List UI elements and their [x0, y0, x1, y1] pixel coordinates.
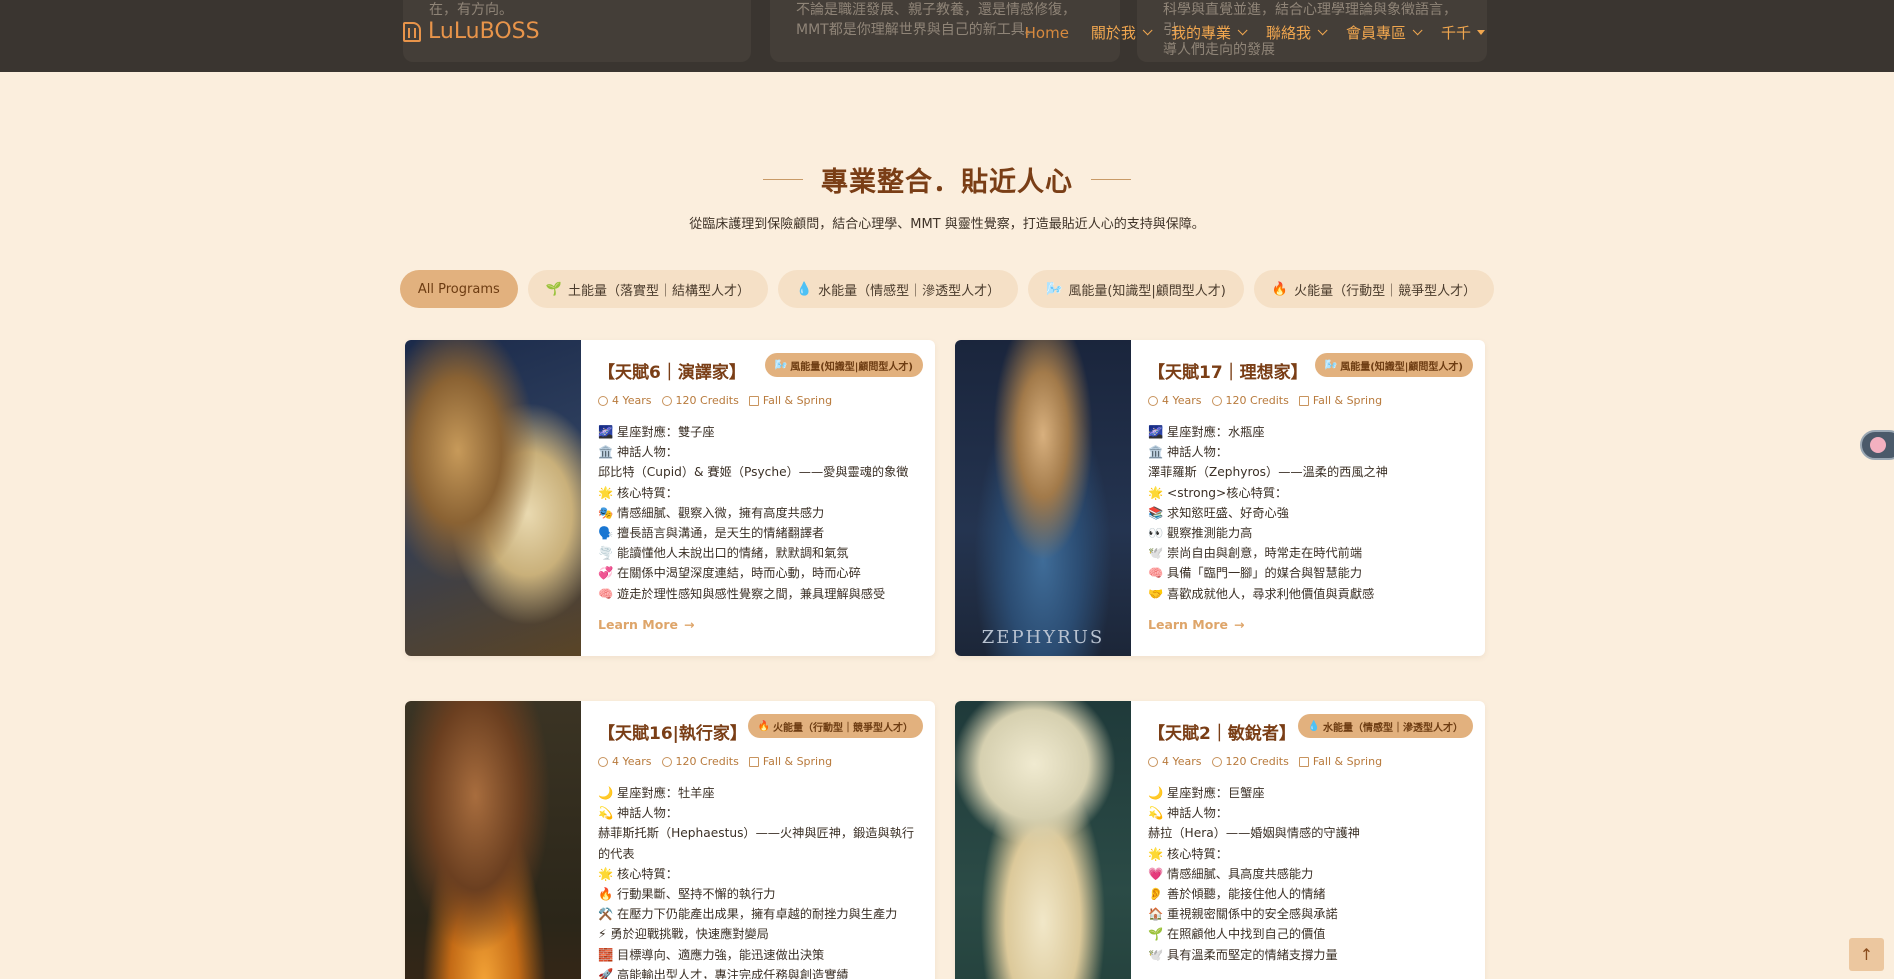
translate-widget[interactable]	[1860, 430, 1894, 460]
building-icon	[403, 21, 421, 42]
users-icon	[1211, 395, 1222, 406]
droplet-icon: 💧	[795, 281, 813, 297]
nav-members[interactable]: 會員專區	[1346, 22, 1423, 43]
card-title: 【天賦16|執行家】	[598, 724, 747, 744]
learn-more-link[interactable]: Learn More →	[598, 617, 694, 632]
nav-home[interactable]: Home	[1025, 22, 1069, 43]
category-badge: 🔥 火能量（行動型｜競爭型人才）	[747, 714, 923, 738]
wind-icon: 🌬️	[774, 359, 788, 371]
calendar-icon	[1298, 756, 1309, 767]
card-description: 🌌 星座對應：水瓶座 🏛️ 神話人物： 澤菲羅斯（Zephyros）——溫柔的西…	[1148, 425, 1388, 601]
card-meta: 4 Years 120 Credits Fall & Spring	[1148, 755, 1382, 768]
section-title: 專業整合．貼近人心	[821, 167, 1073, 198]
chevron-down-icon	[1317, 25, 1328, 36]
arrow-right-icon: →	[1233, 617, 1245, 632]
chevron-down-icon	[1142, 25, 1153, 36]
zephyrus-image: ZEPHYRUS	[955, 340, 1131, 656]
card-title: 【天賦17｜理想家】	[1148, 363, 1308, 383]
arrow-right-icon: →	[683, 617, 695, 632]
card-description: 🌙 星座對應：巨蟹座 💫 神話人物： 赫拉（Hera）——婚姻與情感的守護神 🌟…	[1148, 786, 1360, 962]
top-navbar: 在，有方向。 不論是職涯發展、親子教養，還是情感修復， MMT都是你理解世界與自…	[0, 0, 1894, 72]
filter-fire[interactable]: 🔥 火能量（行動型｜競爭型人才）	[1253, 270, 1495, 308]
seedling-icon: 🌱	[545, 281, 562, 297]
nav-about[interactable]: 關於我	[1091, 22, 1153, 43]
hera-image	[955, 701, 1131, 979]
translate-icon	[1870, 437, 1886, 453]
category-badge: 💧 水能量（情感型｜滲透型人才）	[1297, 714, 1473, 738]
calendar-icon	[748, 756, 759, 767]
program-card[interactable]: 【天賦6｜演譯家】 🌬️ 風能量(知識型|顧問型人才) 4 Years 120 C…	[405, 340, 935, 656]
divider	[763, 178, 803, 181]
caret-down-icon	[1477, 30, 1485, 35]
card-meta: 4 Years 120 Credits Fall & Spring	[598, 394, 832, 407]
section-subtitle: 從臨床護理到保險顧問，結合心理學、MMT 與靈性覺察，打造最貼近人心的支持與保障…	[689, 217, 1205, 232]
calendar-icon	[748, 395, 759, 406]
image-caption: ZEPHYRUS	[981, 627, 1105, 648]
calendar-icon	[1298, 395, 1309, 406]
cupid-psyche-image	[405, 340, 581, 656]
filter-wind[interactable]: 🌬️ 風能量(知識型|顧問型人才)	[1028, 270, 1244, 308]
learn-more-link[interactable]: Learn More →	[1148, 617, 1244, 632]
nav-contact[interactable]: 聯絡我	[1266, 22, 1328, 43]
filter-water[interactable]: 💧 水能量（情感型｜滲透型人才）	[777, 270, 1019, 308]
logo-text: LuLuBOSS	[428, 19, 540, 44]
filter-earth[interactable]: 🌱 土能量（落實型｜結構型人才）	[527, 270, 768, 308]
back-to-top-button[interactable]: ↑	[1849, 938, 1884, 971]
clock-icon	[1148, 756, 1158, 767]
fire-icon: 🔥	[1271, 281, 1289, 297]
clock-icon	[598, 395, 608, 406]
card-title: 【天賦6｜演譯家】	[598, 363, 746, 383]
card-meta: 4 Years 120 Credits Fall & Spring	[1148, 394, 1382, 407]
arrow-up-icon: ↑	[1859, 945, 1874, 964]
category-badge: 🌬️ 風能量(知識型|顧問型人才)	[1314, 353, 1473, 377]
divider	[1091, 178, 1131, 181]
section-heading: 專業整合．貼近人心 從臨床護理到保險顧問，結合心理學、MMT 與靈性覺察，打造最…	[0, 160, 1894, 232]
card-description: 🌙 星座對應：牡羊座 💫 神話人物： 赫菲斯托斯（Hephaestus）——火神…	[598, 786, 915, 979]
card-title: 【天賦2｜敏銳者】	[1148, 724, 1296, 744]
program-card[interactable]: 【天賦2｜敏銳者】 💧 水能量（情感型｜滲透型人才） 4 Years 120 Cr…	[955, 701, 1485, 979]
hephaestus-image	[405, 701, 581, 979]
site-logo[interactable]: LuLuBOSS	[403, 19, 540, 44]
wind-icon: 🌬️	[1324, 359, 1338, 371]
chevron-down-icon	[1237, 25, 1248, 36]
nav-user[interactable]: 千千	[1441, 22, 1485, 43]
users-icon	[661, 756, 672, 767]
clock-icon	[1148, 395, 1158, 406]
users-icon	[661, 395, 672, 406]
droplet-icon: 💧	[1307, 720, 1320, 732]
category-badge: 🌬️ 風能量(知識型|顧問型人才)	[764, 353, 923, 377]
program-filters: All Programs 🌱 土能量（落實型｜結構型人才） 💧 水能量（情感型｜滲透…	[0, 270, 1894, 308]
card-description: 🌌 星座對應：雙子座 🏛️ 神話人物： 邱比特（Cupid）& 賽姬（Psych…	[598, 425, 909, 601]
users-icon	[1211, 756, 1222, 767]
nav-expertise[interactable]: 我的專業	[1171, 22, 1248, 43]
filter-all-programs[interactable]: All Programs	[399, 270, 518, 308]
program-card[interactable]: ZEPHYRUS 【天賦17｜理想家】 🌬️ 風能量(知識型|顧問型人才) 4 Y…	[955, 340, 1485, 656]
fire-icon: 🔥	[757, 720, 770, 732]
chevron-down-icon	[1412, 25, 1423, 36]
clock-icon	[598, 756, 608, 767]
program-card[interactable]: 【天賦16|執行家】 🔥 火能量（行動型｜競爭型人才） 4 Years 120 C…	[405, 701, 935, 979]
wind-icon: 🌬️	[1046, 281, 1063, 297]
card-meta: 4 Years 120 Credits Fall & Spring	[598, 755, 832, 768]
main-nav: Home 關於我 我的專業 聯絡我 會員專區 千千	[1025, 22, 1485, 43]
